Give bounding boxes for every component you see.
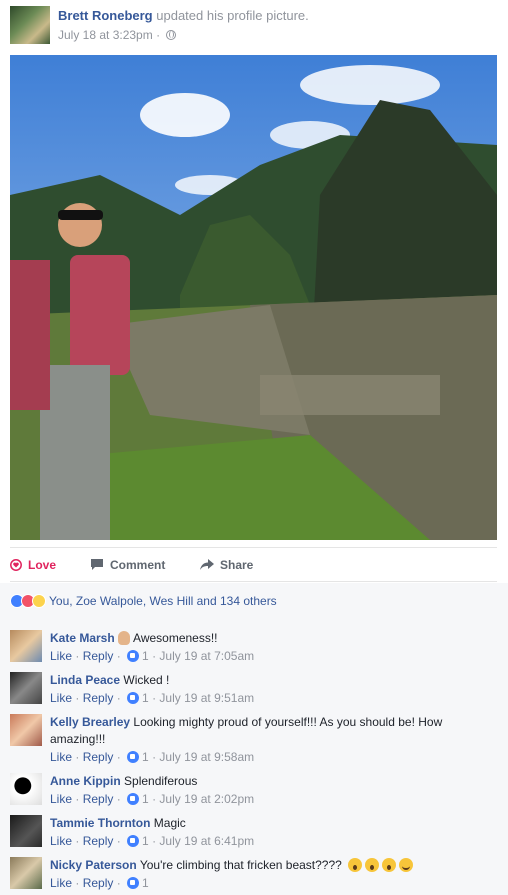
meta-separator: · xyxy=(156,28,161,42)
divider xyxy=(10,547,497,548)
comment-time[interactable]: July 19 at 2:02pm xyxy=(159,792,254,806)
comment-text: Wicked ! xyxy=(123,673,170,687)
share-label: Share xyxy=(220,558,254,572)
like-count[interactable]: 1 xyxy=(142,649,149,663)
comment-icon xyxy=(91,559,103,570)
comment-time[interactable]: July 19 at 9:51am xyxy=(159,691,254,705)
wow-icon xyxy=(32,594,46,608)
post-action-text: updated his profile picture. xyxy=(156,8,309,23)
love-button[interactable]: Love xyxy=(10,558,56,572)
author-line: Brett Roneberg updated his profile pictu… xyxy=(58,8,309,23)
globe-icon[interactable] xyxy=(166,30,177,40)
comment-text: Awesomeness!! xyxy=(133,631,218,645)
comment-meta: Like · Reply · 1 · July 19 at 2:02pm xyxy=(50,792,255,806)
like-icon xyxy=(127,751,140,763)
comment-text: Magic xyxy=(153,816,186,830)
avatar[interactable] xyxy=(10,630,42,662)
comment-time[interactable]: July 19 at 9:58am xyxy=(159,750,254,764)
comment-body: Nicky Paterson You're climbing that fric… xyxy=(50,857,495,892)
wow-icon xyxy=(365,858,380,872)
comment-meta: Like · Reply · 1 · July 19 at 6:41pm xyxy=(50,834,255,848)
comment-meta: Like · Reply · 1 · July 19 at 7:05am xyxy=(50,649,255,663)
like-icon xyxy=(127,793,140,805)
share-button[interactable]: Share xyxy=(200,558,253,572)
like-count[interactable]: 1 xyxy=(142,792,149,806)
like-link[interactable]: Like xyxy=(50,876,72,890)
comment-button[interactable]: Comment xyxy=(90,558,165,572)
reactions-summary[interactable]: You, Zoe Walpole, Wes Hill and 134 other… xyxy=(10,594,277,608)
avatar[interactable] xyxy=(10,815,42,847)
comment-text: You're climbing that fricken beast???? xyxy=(139,858,342,872)
post-timestamp[interactable]: July 18 at 3:23pm xyxy=(58,28,153,42)
reply-link[interactable]: Reply xyxy=(83,876,114,890)
commenter-name[interactable]: Tammie Thornton xyxy=(50,816,150,830)
avatar[interactable] xyxy=(10,672,42,704)
reply-link[interactable]: Reply xyxy=(83,649,114,663)
comment-meta: Like · Reply · 1 xyxy=(50,876,149,890)
avatar[interactable] xyxy=(10,857,42,889)
comments-section: You, Zoe Walpole, Wes Hill and 134 other… xyxy=(0,583,508,895)
like-link[interactable]: Like xyxy=(50,691,72,705)
commenter-name[interactable]: Linda Peace xyxy=(50,673,120,687)
avatar[interactable] xyxy=(10,714,42,746)
love-icon xyxy=(10,559,22,571)
comment-body: Linda Peace Wicked ! Like · Reply · 1 · … xyxy=(50,672,495,707)
like-link[interactable]: Like xyxy=(50,750,72,764)
reply-link[interactable]: Reply xyxy=(83,691,114,705)
reply-link[interactable]: Reply xyxy=(83,834,114,848)
like-icon xyxy=(127,877,140,889)
avatar[interactable] xyxy=(10,773,42,805)
divider xyxy=(10,581,497,582)
like-icon xyxy=(127,835,140,847)
comment-time[interactable]: July 19 at 7:05am xyxy=(159,649,254,663)
wow-icon xyxy=(382,858,397,872)
comment-meta: Like · Reply · 1 · July 19 at 9:51am xyxy=(50,691,255,705)
profile-photo[interactable] xyxy=(10,55,497,540)
ok-hand-icon xyxy=(118,631,131,645)
wow-icon xyxy=(348,858,363,872)
reply-link[interactable]: Reply xyxy=(83,750,114,764)
love-label: Love xyxy=(28,558,57,572)
author-name[interactable]: Brett Roneberg xyxy=(58,8,153,23)
comment-label: Comment xyxy=(110,558,166,572)
comment-body: Tammie Thornton Magic Like · Reply · 1 ·… xyxy=(50,815,495,850)
post-header: Brett Roneberg updated his profile pictu… xyxy=(0,0,508,52)
commenter-name[interactable]: Kate Marsh xyxy=(50,631,115,645)
like-count[interactable]: 1 xyxy=(142,691,149,705)
like-link[interactable]: Like xyxy=(50,649,72,663)
like-icon xyxy=(127,692,140,704)
like-link[interactable]: Like xyxy=(50,834,72,848)
share-icon xyxy=(200,559,214,570)
like-icon xyxy=(127,650,140,662)
action-bar: Love Comment Share xyxy=(10,552,497,580)
comment-body: Kate Marsh Awesomeness!! Like · Reply · … xyxy=(50,630,495,665)
comment-body: Kelly Brearley Looking mighty proud of y… xyxy=(50,714,495,766)
reply-link[interactable]: Reply xyxy=(83,792,114,806)
comment-meta: Like · Reply · 1 · July 19 at 9:58am xyxy=(50,750,255,764)
comment-text: Splendiferous xyxy=(124,774,198,788)
like-count[interactable]: 1 xyxy=(142,876,149,890)
like-link[interactable]: Like xyxy=(50,792,72,806)
commenter-name[interactable]: Kelly Brearley xyxy=(50,715,130,729)
smile-icon xyxy=(399,858,414,872)
like-count[interactable]: 1 xyxy=(142,834,149,848)
commenter-name[interactable]: Nicky Paterson xyxy=(50,858,137,872)
comment-time[interactable]: July 19 at 6:41pm xyxy=(159,834,254,848)
like-count[interactable]: 1 xyxy=(142,750,149,764)
post-meta: July 18 at 3:23pm · xyxy=(58,28,177,42)
comment-body: Anne Kippin Splendiferous Like · Reply ·… xyxy=(50,773,495,808)
commenter-name[interactable]: Anne Kippin xyxy=(50,774,121,788)
author-avatar[interactable] xyxy=(10,6,50,44)
reactions-text: You, Zoe Walpole, Wes Hill and 134 other… xyxy=(49,594,277,608)
